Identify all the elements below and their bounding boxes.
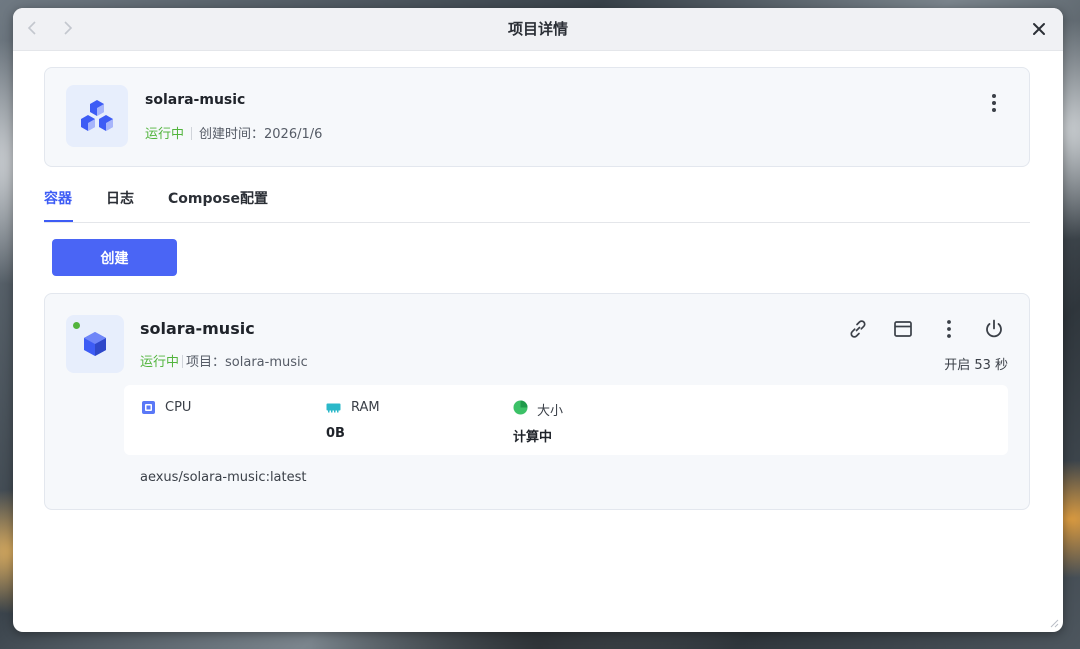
link-button[interactable] [846, 317, 870, 341]
terminal-window-button[interactable] [891, 317, 915, 341]
window-title: 项目详情 [507, 20, 568, 38]
container-uptime: 开启 53 秒 [944, 358, 1008, 373]
project-created: 创建时间：2026/1/6 [199, 127, 323, 142]
container-status-line: 运行中 项目：solara-music [140, 351, 308, 370]
cpu-icon [142, 401, 155, 414]
project-summary-card: solara-music 运行中 创建时间：2026/1/6 [44, 67, 1030, 167]
chevron-right-icon [64, 21, 73, 35]
container-card: solara-music 运行中 项目：solara-music 开启 53 秒… [44, 293, 1030, 510]
project-details-window: 项目详情 solara-music 运行中 创建时间：2026/1/6 容器 日… [13, 8, 1063, 632]
project-name: solara-music [145, 92, 246, 108]
tab-logs[interactable]: 日志 [106, 188, 134, 208]
container-image: aexus/solara-music:latest [140, 470, 307, 485]
back-button[interactable] [23, 18, 43, 38]
running-status-dot [73, 322, 80, 329]
forward-button[interactable] [57, 18, 77, 38]
cpu-label: CPU [165, 400, 192, 415]
project-status: 运行中 [145, 127, 185, 142]
ram-icon [326, 403, 341, 413]
divider [182, 355, 184, 368]
project-more-button[interactable] [985, 92, 1003, 114]
cubes-icon [81, 100, 113, 131]
active-tab-indicator [44, 220, 73, 222]
tab-containers[interactable]: 容器 [44, 188, 72, 208]
ram-label: RAM [351, 400, 380, 415]
close-button[interactable] [1029, 19, 1049, 39]
ram-value: 0B [326, 426, 345, 441]
container-project: 项目：solara-music [186, 355, 308, 370]
more-vertical-icon [992, 94, 996, 112]
size-label: 大小 [537, 404, 564, 419]
chevron-left-icon [27, 21, 36, 35]
tab-bar: 容器 日志 Compose配置 [44, 180, 1030, 223]
size-value: 计算中 [513, 430, 553, 445]
container-more-button[interactable] [937, 317, 961, 341]
more-vertical-icon [947, 320, 951, 338]
title-bar: 项目详情 [13, 8, 1063, 51]
power-button[interactable] [982, 317, 1006, 341]
close-icon [1033, 23, 1045, 35]
container-status: 运行中 [140, 355, 180, 370]
divider [191, 127, 193, 140]
pie-chart-icon [513, 400, 528, 415]
container-stats-panel: CPU RAM 0B 大小 计算中 [124, 385, 1008, 455]
power-icon [986, 319, 1002, 338]
container-icon [66, 315, 124, 373]
project-status-line: 运行中 创建时间：2026/1/6 [145, 123, 322, 142]
resize-handle-icon[interactable] [1049, 618, 1059, 628]
tab-compose-config[interactable]: Compose配置 [168, 188, 268, 208]
create-button[interactable]: 创建 [52, 239, 177, 276]
project-icon [66, 85, 128, 147]
container-name: solara-music [140, 319, 255, 338]
link-icon [850, 320, 866, 338]
window-icon [894, 321, 912, 337]
